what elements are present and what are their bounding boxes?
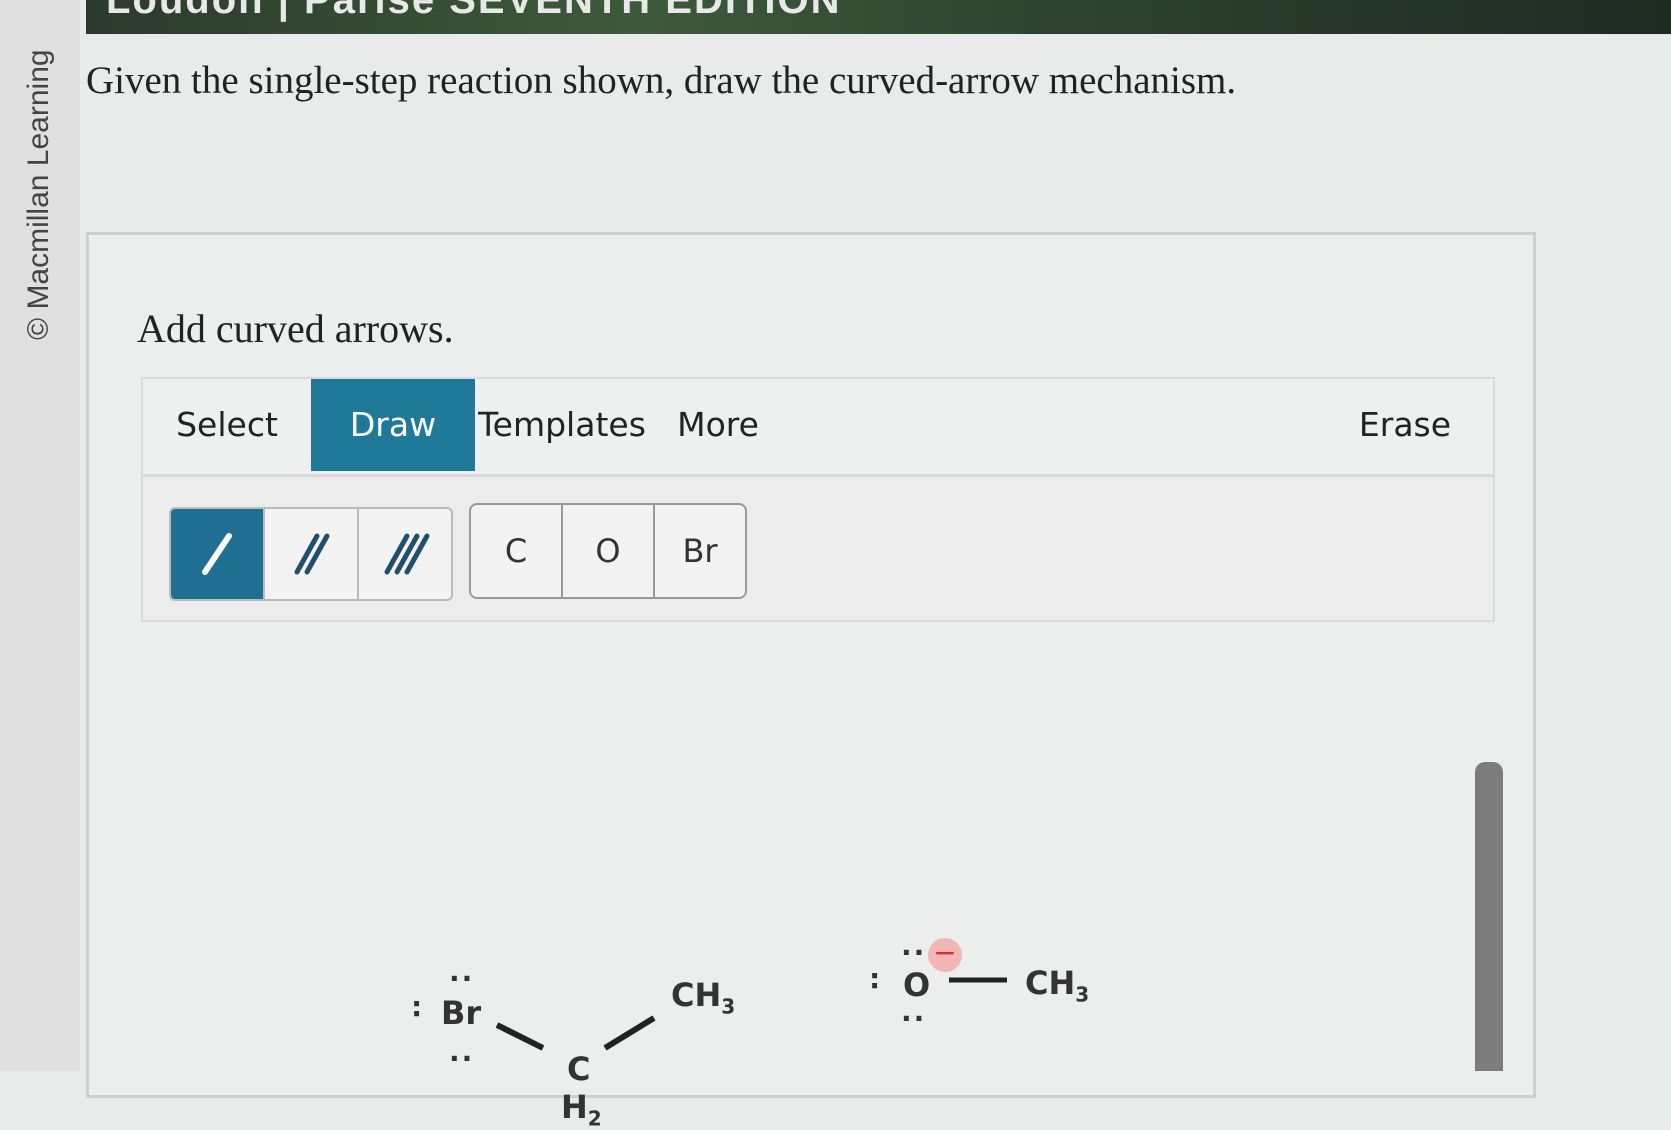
bond-br-c [495, 1022, 545, 1051]
tab-select[interactable]: Select [143, 379, 311, 471]
copyright-credit: © Macmillan Learning [22, 49, 55, 340]
atom-c[interactable]: C [567, 1050, 590, 1088]
answer-panel: Add curved arrows. Select Draw Templates… [86, 232, 1536, 1130]
double-bond-icon [294, 533, 330, 575]
negative-charge-badge: − [928, 938, 962, 972]
o-lone-pair-bottom: ·· [901, 1002, 927, 1035]
triple-bond-button[interactable] [359, 509, 451, 599]
book-banner: Loudon | Parise SEVENTH EDITION [86, 0, 1671, 34]
group-ch3-ethyl[interactable]: CH3 [671, 976, 735, 1018]
single-bond-icon [202, 533, 232, 575]
editor-toolbar: Select Draw Templates More Erase [141, 377, 1495, 476]
banner-title: Loudon | Parise SEVENTH EDITION [106, 0, 842, 22]
erase-button[interactable]: Erase [1335, 379, 1475, 471]
atom-button-carbon[interactable]: C [471, 505, 563, 597]
tab-more[interactable]: More [653, 379, 783, 471]
bond-tools [169, 507, 453, 601]
double-bond-button[interactable] [265, 509, 359, 599]
o-lone-pair-top: ·· [901, 936, 927, 969]
group-ch3-methoxy[interactable]: CH3 [1025, 964, 1089, 1006]
bond-c-ch3 [603, 1015, 656, 1051]
atom-o[interactable]: O [903, 966, 930, 1004]
vertical-scrollbar[interactable] [1475, 762, 1503, 1071]
atom-button-oxygen[interactable]: O [563, 505, 655, 597]
tab-templates[interactable]: Templates [477, 379, 647, 471]
draw-tools-bar: C O Br [141, 475, 1495, 622]
drawing-canvas[interactable]: : ·· ·· Br C H2 CH3 : ·· ·· O − CH3 [141, 630, 1491, 1130]
single-bond-button[interactable] [171, 509, 265, 599]
atom-h2: H2 [561, 1088, 602, 1130]
atom-tools: C O Br [469, 503, 747, 599]
triple-bond-icon [384, 533, 430, 575]
panel-title: Add curved arrows. [137, 306, 454, 351]
atom-button-bromine[interactable]: Br [655, 505, 745, 597]
molecule-bonds [495, 977, 1007, 1051]
o-lone-pair-left: : [869, 962, 883, 995]
tab-draw[interactable]: Draw [311, 379, 475, 471]
question-text: Given the single-step reaction shown, dr… [86, 59, 1237, 102]
